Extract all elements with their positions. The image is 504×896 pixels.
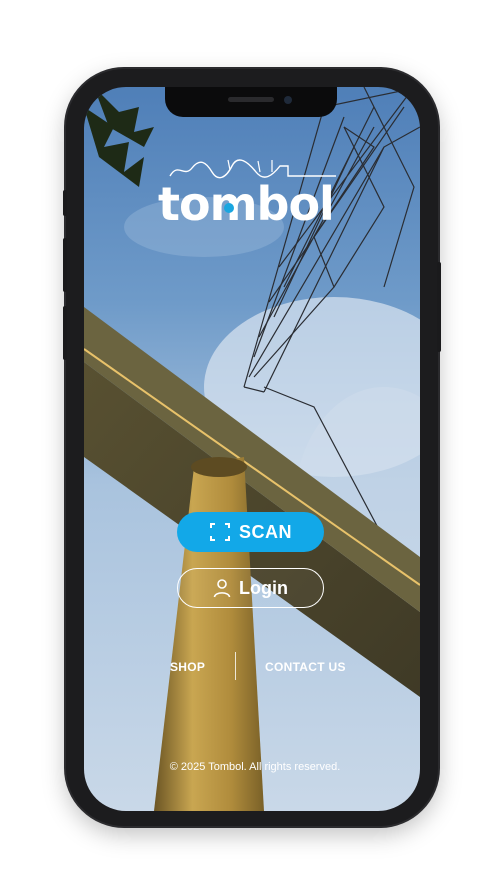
scan-frame-icon — [209, 521, 231, 543]
login-button[interactable]: Login — [177, 568, 324, 608]
scan-button[interactable]: SCAN — [177, 512, 324, 552]
front-camera — [284, 96, 292, 104]
shop-link[interactable]: SHOP — [170, 660, 205, 674]
leaf-branch — [84, 87, 154, 187]
phone-volume-down — [63, 306, 67, 360]
phone-speaker — [228, 97, 274, 102]
user-icon — [213, 578, 231, 598]
phone-notch — [165, 87, 337, 117]
contact-us-link[interactable]: CONTACT US — [265, 660, 346, 674]
login-button-label: Login — [239, 577, 288, 598]
phone-power-button — [437, 262, 441, 352]
phone-volume-up — [63, 238, 67, 292]
nav-divider — [235, 652, 236, 680]
logo-accent-dot — [224, 203, 234, 213]
scan-button-label: SCAN — [238, 521, 292, 542]
phone-silent-switch — [63, 190, 67, 216]
copyright-footer: © 2025 Tombol. All rights reserved. — [169, 761, 341, 773]
brand-logo: tombol — [158, 177, 335, 231]
